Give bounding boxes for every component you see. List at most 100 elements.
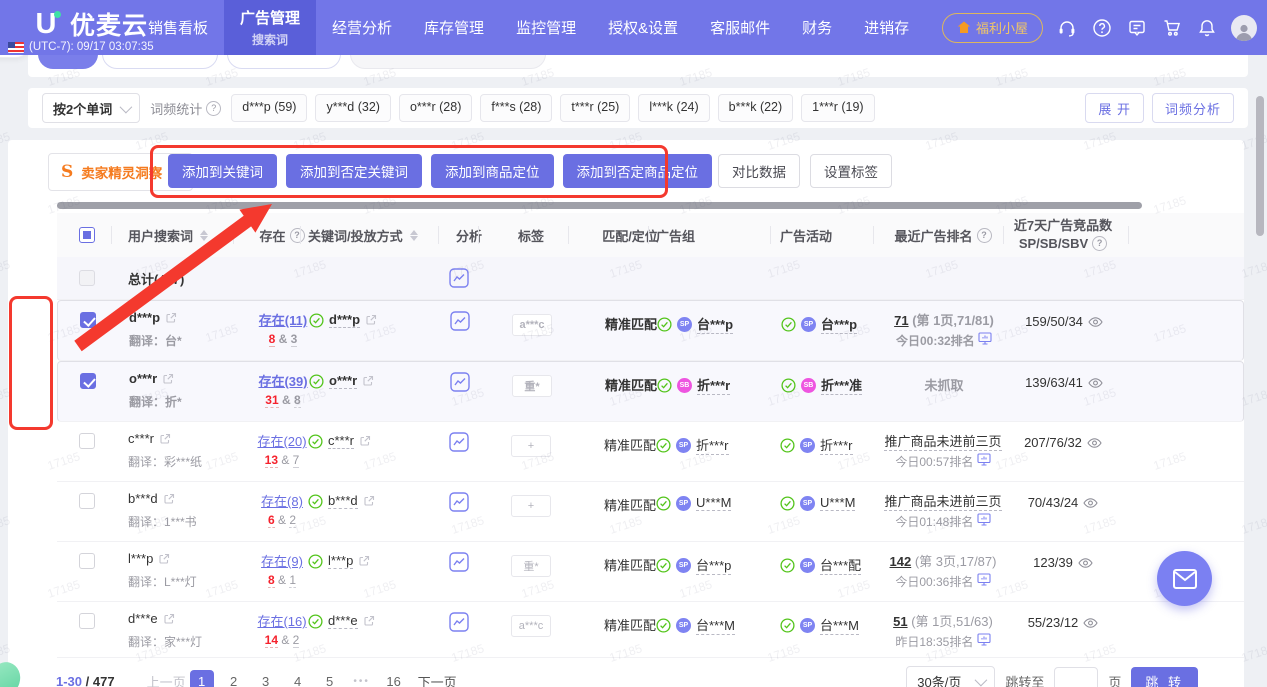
welfare-pill-button[interactable]: 福利小屋 bbox=[942, 13, 1043, 43]
nav-item-5[interactable]: 监控管理 bbox=[500, 0, 592, 55]
exist-num-gray[interactable]: 3 bbox=[291, 332, 298, 347]
analysis-chart-icon[interactable] bbox=[449, 492, 469, 512]
exist-link[interactable]: 存在(20) bbox=[257, 431, 306, 450]
word-tag[interactable]: 1***r (19) bbox=[801, 94, 874, 122]
analysis-chart-icon[interactable] bbox=[449, 612, 469, 632]
headset-icon[interactable] bbox=[1056, 17, 1078, 39]
ad-group-link[interactable]: 折***r bbox=[697, 375, 730, 395]
next-page-button[interactable]: 下一页 bbox=[418, 672, 457, 687]
exist-num-gray[interactable]: 2 bbox=[289, 513, 296, 528]
bell-icon[interactable] bbox=[1196, 17, 1218, 39]
feedback-icon[interactable] bbox=[1126, 17, 1148, 39]
jump-button[interactable]: 跳 转 bbox=[1131, 667, 1198, 687]
page-button[interactable]: 3 bbox=[254, 670, 278, 687]
add-tag-button[interactable]: + bbox=[511, 435, 551, 457]
exist-num-red[interactable]: 13 bbox=[265, 453, 278, 468]
page-button[interactable]: 16 bbox=[382, 670, 406, 687]
question-circle-icon[interactable]: ? bbox=[977, 228, 992, 243]
nav-item-3[interactable]: 经营分析 bbox=[316, 0, 408, 55]
freq-analysis-button[interactable]: 词频分析 bbox=[1152, 93, 1234, 123]
add-to-negative-product-targeting-button[interactable]: 添加到否定商品定位 bbox=[563, 154, 713, 188]
rank-monitor-icon[interactable] bbox=[977, 633, 991, 646]
rank-monitor-icon[interactable] bbox=[978, 332, 992, 345]
ad-group-link[interactable]: 台***M bbox=[696, 615, 735, 635]
external-link-icon[interactable] bbox=[363, 615, 375, 627]
sort-icon[interactable] bbox=[407, 230, 418, 241]
external-link-icon[interactable] bbox=[359, 435, 371, 447]
page-size-select[interactable]: 30条/页 bbox=[906, 666, 995, 687]
rank-number[interactable]: 142 bbox=[890, 554, 912, 569]
add-to-negative-keywords-button[interactable]: 添加到否定关键词 bbox=[286, 154, 422, 188]
page-button[interactable]: 1 bbox=[190, 670, 214, 687]
exist-num-gray[interactable]: 2 bbox=[293, 633, 300, 648]
nav-item-7[interactable]: 客服邮件 bbox=[694, 0, 786, 55]
clipped-button[interactable] bbox=[350, 55, 546, 69]
rank-status-link[interactable]: 推广商品未进前三页 bbox=[884, 431, 1001, 451]
analysis-chart-icon[interactable] bbox=[449, 432, 469, 452]
eye-icon[interactable] bbox=[1083, 617, 1098, 629]
word-tag[interactable]: y***d (32) bbox=[315, 94, 391, 122]
jump-page-input[interactable] bbox=[1054, 667, 1098, 687]
tag-box[interactable]: 重* bbox=[511, 555, 551, 577]
help-icon[interactable] bbox=[1091, 17, 1113, 39]
nav-item-2[interactable]: 广告管理搜索词 bbox=[224, 0, 316, 55]
avatar[interactable] bbox=[1231, 15, 1257, 41]
exist-link[interactable]: 存在(9) bbox=[261, 551, 303, 570]
nav-item-4[interactable]: 库存管理 bbox=[408, 0, 500, 55]
row-checkbox[interactable] bbox=[79, 270, 95, 286]
external-link-icon[interactable] bbox=[162, 373, 174, 385]
analysis-chart-icon[interactable] bbox=[449, 552, 469, 572]
page-button[interactable]: 2 bbox=[222, 670, 246, 687]
horizontal-scrollbar[interactable] bbox=[57, 202, 1142, 209]
word-tag[interactable]: d***p (59) bbox=[231, 94, 307, 122]
word-tag[interactable]: f***s (28) bbox=[480, 94, 552, 122]
question-circle-icon[interactable]: ? bbox=[1092, 236, 1107, 251]
campaign-link[interactable]: 折***准 bbox=[821, 375, 862, 395]
word-tag[interactable]: l***k (24) bbox=[638, 94, 709, 122]
row-checkbox[interactable] bbox=[79, 613, 95, 629]
eye-icon[interactable] bbox=[1087, 437, 1102, 449]
external-link-icon[interactable] bbox=[358, 555, 370, 567]
nav-item-6[interactable]: 授权&设置 bbox=[592, 0, 694, 55]
analysis-chart-icon[interactable] bbox=[450, 311, 470, 331]
eye-icon[interactable] bbox=[1083, 497, 1098, 509]
analysis-chart-icon[interactable] bbox=[449, 268, 469, 288]
expand-button[interactable]: 展 开 bbox=[1085, 93, 1144, 123]
set-tag-button[interactable]: 设置标签 bbox=[810, 154, 892, 188]
question-circle-icon[interactable]: ? bbox=[290, 228, 305, 243]
select-all-checkbox[interactable] bbox=[79, 227, 95, 243]
campaign-link[interactable]: 台***M bbox=[820, 615, 859, 635]
campaign-link[interactable]: 台***配 bbox=[820, 555, 861, 575]
clipped-button[interactable] bbox=[227, 55, 341, 69]
ad-group-link[interactable]: 折***r bbox=[696, 435, 729, 455]
keyword-link[interactable]: c***r bbox=[328, 433, 354, 449]
campaign-link[interactable]: 折***r bbox=[820, 435, 853, 455]
sort-icon[interactable] bbox=[197, 230, 208, 241]
keyword-link[interactable]: b***d bbox=[328, 493, 358, 509]
add-to-keywords-button[interactable]: 添加到关键词 bbox=[168, 154, 277, 188]
nav-item-9[interactable]: 进销存 bbox=[848, 0, 925, 55]
rank-status-link[interactable]: 推广商品未进前三页 bbox=[884, 491, 1001, 511]
word-tag[interactable]: b***k (22) bbox=[718, 94, 794, 122]
exist-num-red[interactable]: 6 bbox=[268, 513, 275, 528]
campaign-link[interactable]: 台***p bbox=[821, 314, 857, 334]
keyword-link[interactable]: d***p bbox=[329, 312, 360, 328]
campaign-link[interactable]: U***M bbox=[820, 495, 855, 511]
vertical-scrollbar[interactable] bbox=[1256, 96, 1264, 236]
analysis-chart-icon[interactable] bbox=[450, 372, 470, 392]
external-link-icon[interactable] bbox=[365, 314, 377, 326]
keyword-link[interactable]: d***e bbox=[328, 613, 358, 629]
exist-num-red[interactable]: 14 bbox=[265, 633, 278, 648]
exist-num-red[interactable]: 8 bbox=[268, 573, 275, 588]
ad-group-link[interactable]: 台***p bbox=[697, 314, 733, 334]
page-button[interactable]: 5 bbox=[318, 670, 342, 687]
external-link-icon[interactable] bbox=[158, 553, 170, 565]
external-link-icon[interactable] bbox=[363, 495, 375, 507]
clipped-button[interactable] bbox=[38, 55, 98, 69]
exist-link[interactable]: 存在(11) bbox=[259, 310, 307, 329]
exist-num-gray[interactable]: 8 bbox=[294, 393, 301, 408]
exist-num-gray[interactable]: 7 bbox=[293, 453, 300, 468]
rank-number[interactable]: 71 bbox=[894, 313, 908, 328]
page-ellipsis[interactable]: ••• bbox=[350, 670, 374, 687]
external-link-icon[interactable] bbox=[163, 613, 175, 625]
